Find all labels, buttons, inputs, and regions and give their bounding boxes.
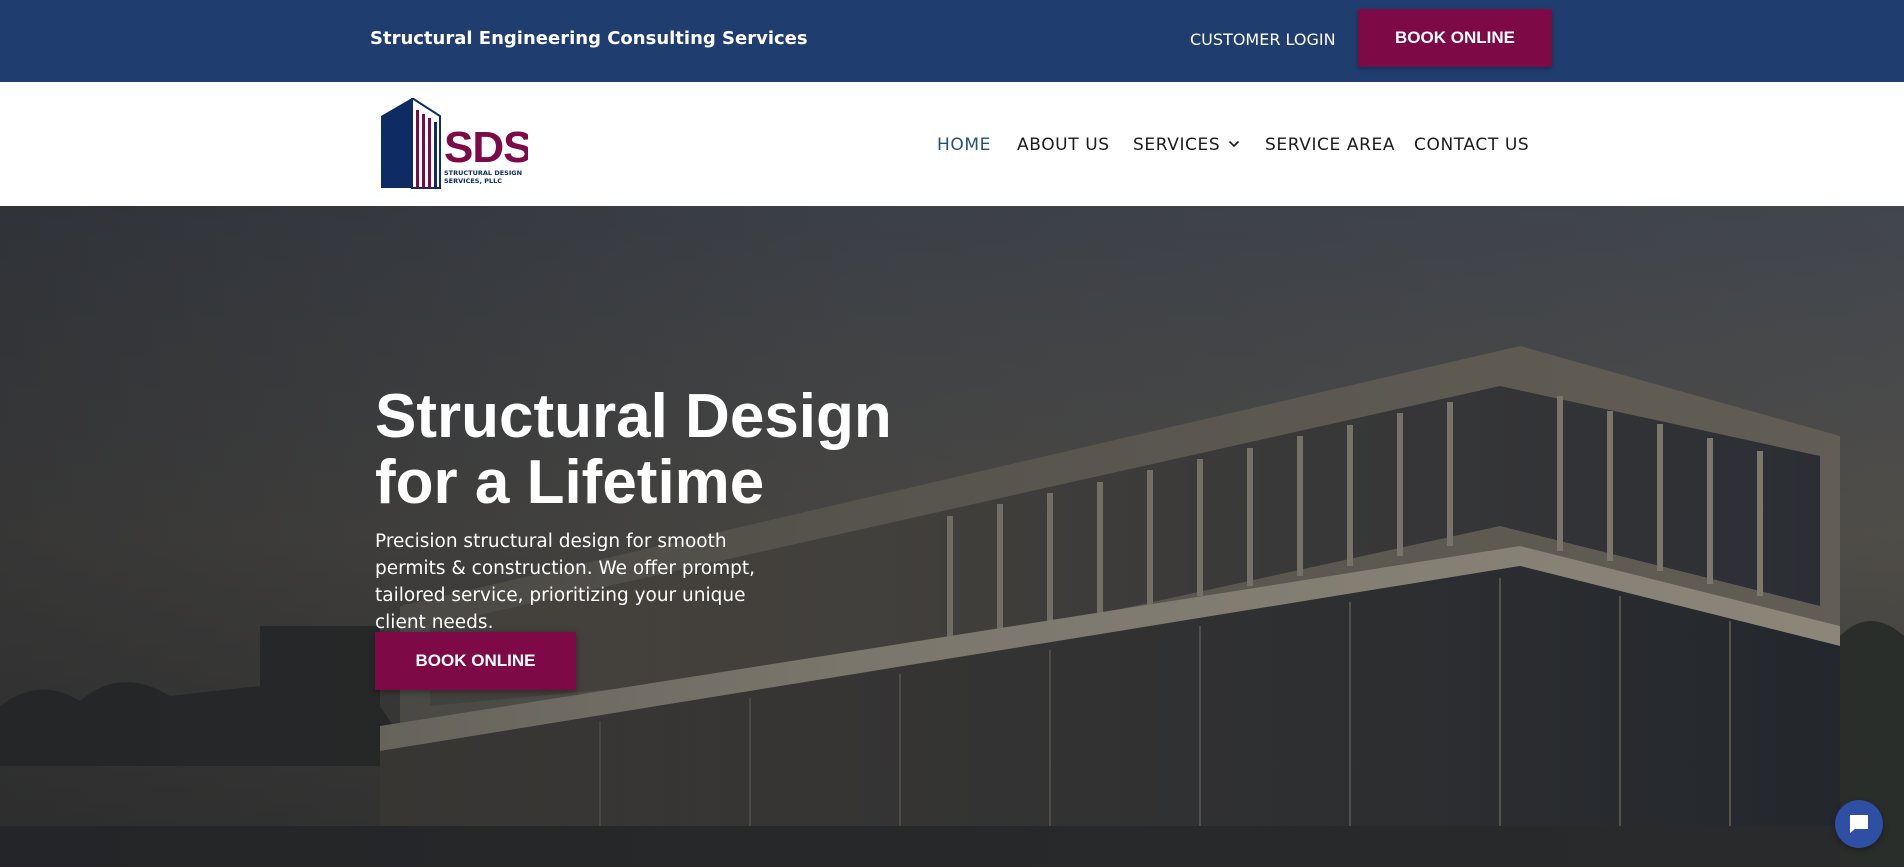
book-online-hero-button[interactable]: BOOK ONLINE <box>375 632 576 690</box>
hero-overlay <box>0 206 1904 867</box>
chat-widget-button[interactable] <box>1835 800 1883 848</box>
nav-item-contact-us[interactable]: CONTACT US <box>1414 135 1529 155</box>
main-nav: HOME ABOUT US SERVICES SERVICE AREA CONT… <box>0 82 1904 206</box>
customer-login-link[interactable]: CUSTOMER LOGIN <box>1190 30 1336 49</box>
top-utility-bar: Structural Engineering Consulting Servic… <box>0 0 1904 82</box>
nav-item-services[interactable]: SERVICES <box>1133 135 1240 155</box>
hero-title-line2: for a Lifetime <box>375 448 765 517</box>
nav-item-service-area[interactable]: SERVICE AREA <box>1265 135 1395 155</box>
hero-section: Structural Design for a Lifetime Precisi… <box>0 206 1904 867</box>
site-tagline: Structural Engineering Consulting Servic… <box>370 28 808 49</box>
chat-bubble-icon <box>1850 815 1868 833</box>
site-header: SDS STRUCTURAL DESIGN SERVICES, PLLC HOM… <box>0 82 1904 206</box>
nav-item-services-label: SERVICES <box>1133 135 1221 155</box>
nav-item-about-us[interactable]: ABOUT US <box>1017 135 1110 155</box>
chevron-down-icon <box>1229 140 1240 148</box>
hero-title: Structural Design for a Lifetime <box>375 384 935 516</box>
hero-description: Precision structural design for smooth p… <box>375 531 756 633</box>
book-online-header-button[interactable]: BOOK ONLINE <box>1358 9 1552 67</box>
nav-item-home[interactable]: HOME <box>937 135 991 155</box>
hero-title-line1: Structural Design <box>375 382 892 451</box>
